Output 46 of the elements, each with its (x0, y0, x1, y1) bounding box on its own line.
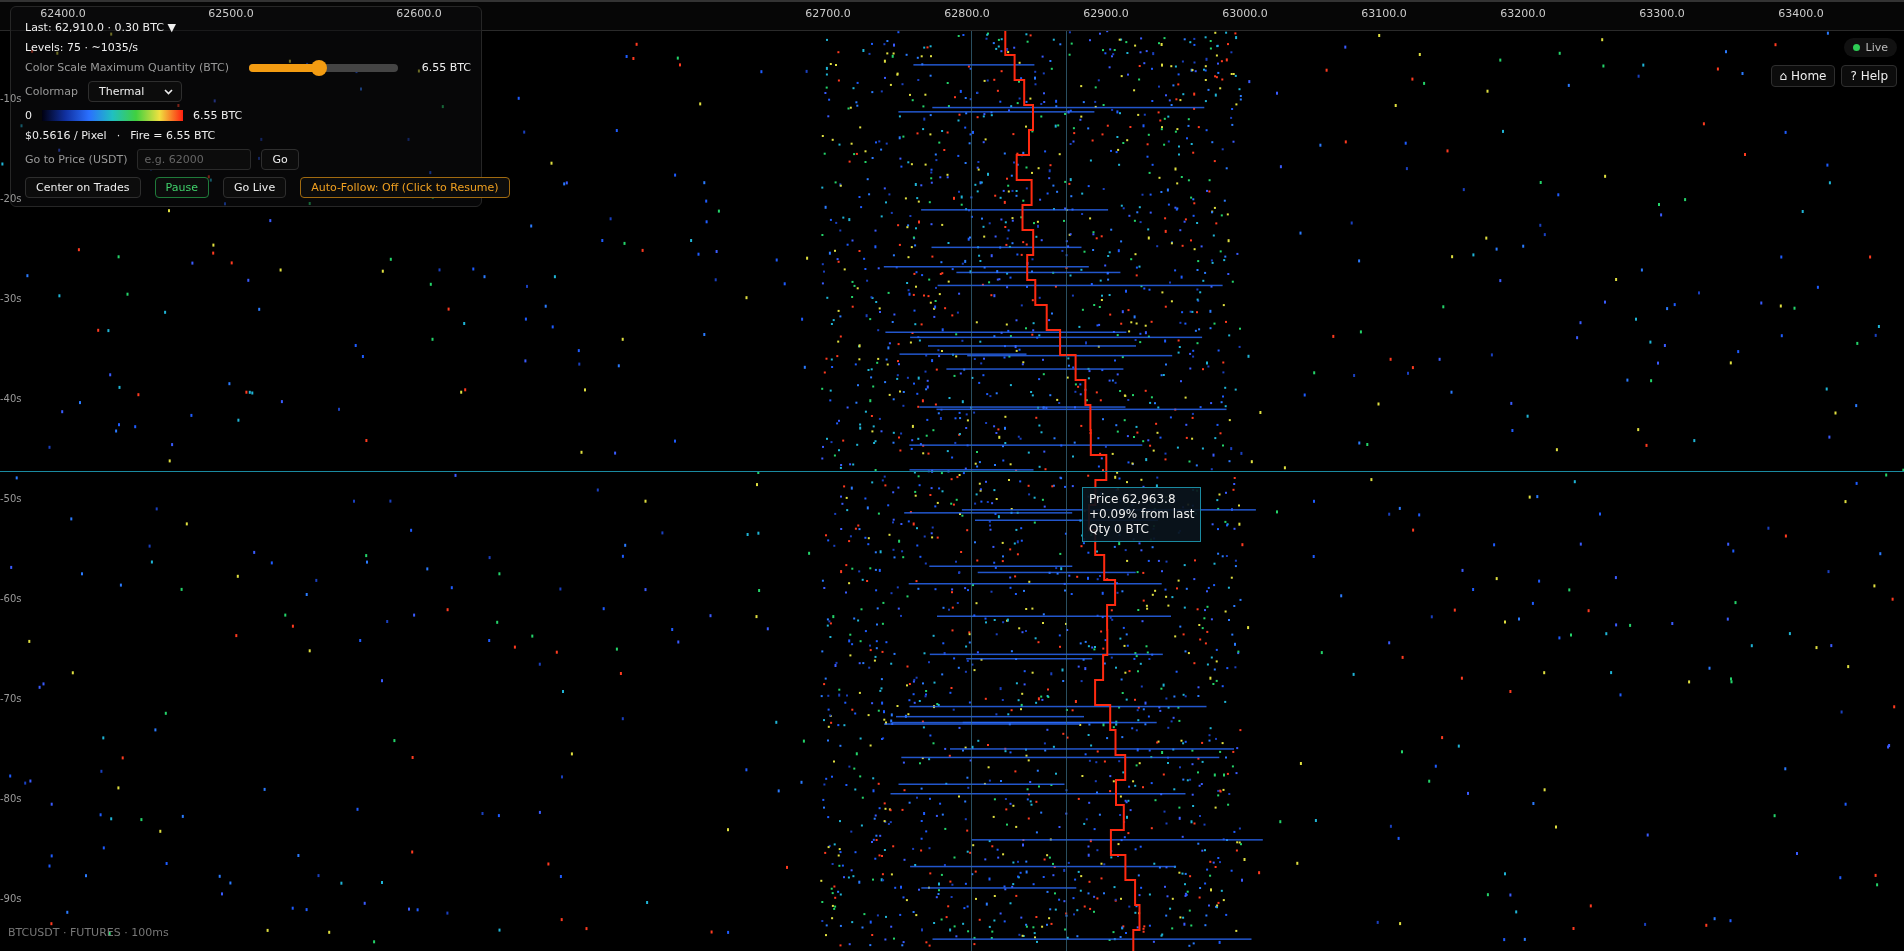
last-trade: Last: 62,910.0 · 0.30 BTC ▼ (25, 21, 177, 34)
time-tick: -90s (0, 893, 22, 904)
tooltip-line: Qty 0 BTC (1089, 522, 1150, 537)
price-tick: 62800.0 (944, 7, 990, 20)
price-tick: 63300.0 (1639, 7, 1685, 20)
colormap-label: Colormap (25, 85, 78, 98)
nav-button[interactable]: ? Help (1841, 65, 1897, 87)
panel-button[interactable]: Pause (154, 177, 209, 198)
price-tick: 63200.0 (1500, 7, 1546, 20)
legend-min: 0 (25, 109, 32, 122)
price-tick: 62400.0 (40, 7, 86, 20)
time-tick: -30s (0, 293, 22, 304)
tooltip-line: Price 62,963.8 (1089, 492, 1177, 507)
colormap-dropdown[interactable]: Thermal (87, 81, 183, 102)
price-tick: 62900.0 (1083, 7, 1129, 20)
color-scale-label: Color Scale Maximum Quantity (BTC) (25, 61, 229, 74)
market-label: BTCUSDT · FUTURES · 100ms (8, 926, 169, 939)
color-scale-reading: 6.55 BTC (421, 61, 471, 74)
panel-button[interactable]: Go Live (222, 177, 287, 198)
price-tick: 63000.0 (1222, 7, 1268, 20)
panel-button[interactable]: Auto-Follow: Off (Click to Resume) (300, 177, 510, 198)
live-status: Live (1843, 38, 1897, 57)
panel-button[interactable]: Center on Trades (25, 177, 141, 198)
levels-rate: Levels: 75 · ~1035/s (25, 41, 140, 54)
time-tick: -60s (0, 593, 22, 604)
fire-level: Fire = 6.55 BTC (130, 129, 216, 142)
nav-button[interactable]: ⌂ Home (1770, 65, 1836, 87)
price-tick: 62600.0 (396, 7, 442, 20)
separator: · (116, 129, 121, 142)
time-tick: -20s (0, 193, 22, 204)
go-button[interactable]: Go (261, 149, 299, 170)
time-tick: -40s (0, 393, 22, 404)
go-to-price-label: Go to Price (USDT) (25, 153, 128, 166)
time-tick: -80s (0, 793, 22, 804)
price-tick: 63100.0 (1361, 7, 1407, 20)
price-input[interactable]: e.g. 62000 (137, 149, 252, 170)
price-tick: 62700.0 (805, 7, 851, 20)
time-tick: -50s (0, 493, 22, 504)
chevron-down-icon (164, 88, 174, 95)
time-tick: -70s (0, 693, 22, 704)
legend-max: 6.55 BTC (193, 109, 243, 122)
price-tick: 62500.0 (208, 7, 254, 20)
tooltip-line: +0.09% from last (1089, 507, 1195, 522)
time-tick: -10s (0, 93, 22, 104)
price-tick: 63400.0 (1778, 7, 1824, 20)
pixel-scale: $0.5616 / Pixel (25, 129, 107, 142)
